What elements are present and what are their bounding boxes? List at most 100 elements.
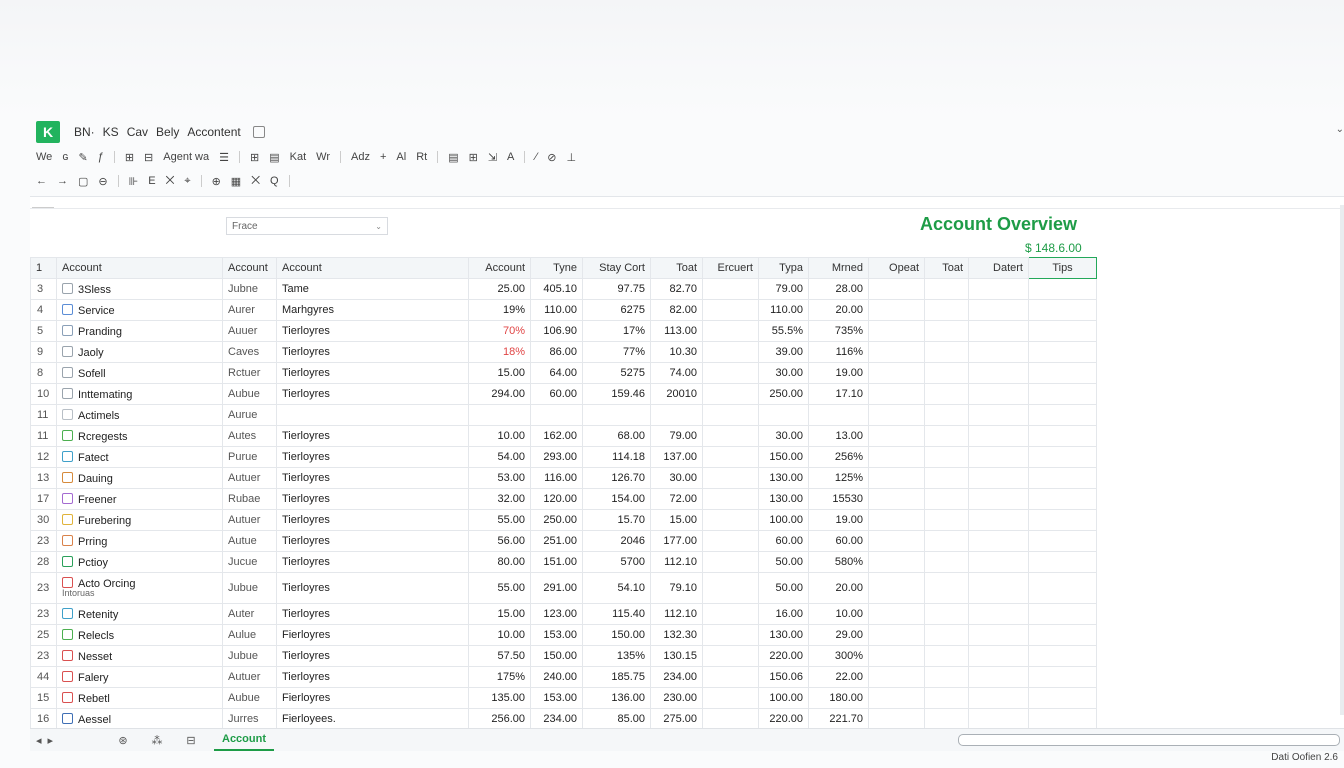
- category-cell[interactable]: Tierloyres: [276, 572, 469, 604]
- value-cell-g[interactable]: 82.00: [650, 299, 703, 321]
- empty-cell[interactable]: [968, 404, 1029, 426]
- account-name-cell[interactable]: Falery: [56, 666, 223, 688]
- value-cell-i[interactable]: 150.00: [758, 446, 809, 468]
- toolbar1-button-1[interactable]: ɢ: [62, 151, 68, 163]
- empty-cell[interactable]: [968, 341, 1029, 363]
- empty-cell[interactable]: [868, 320, 925, 342]
- row-number[interactable]: 11: [30, 425, 57, 447]
- value-cell-i[interactable]: 39.00: [758, 341, 809, 363]
- value-cell-h[interactable]: [702, 362, 759, 384]
- value-cell-g[interactable]: 130.15: [650, 645, 703, 667]
- empty-cell[interactable]: [1028, 320, 1097, 342]
- empty-cell[interactable]: [868, 603, 925, 625]
- value-cell-g[interactable]: 113.00: [650, 320, 703, 342]
- status-cell[interactable]: Aubue: [222, 687, 277, 709]
- value-cell-f[interactable]: 136.00: [582, 687, 651, 709]
- status-cell[interactable]: Jubue: [222, 572, 277, 604]
- toolbar2-button-6[interactable]: ⨉: [166, 175, 175, 188]
- value-cell-h[interactable]: [702, 341, 759, 363]
- status-cell[interactable]: Aurer: [222, 299, 277, 321]
- empty-cell[interactable]: [1028, 488, 1097, 510]
- value-cell-h[interactable]: [702, 530, 759, 552]
- account-name-cell[interactable]: Prring: [56, 530, 223, 552]
- toolbar1-button-0[interactable]: We: [36, 151, 52, 163]
- empty-cell[interactable]: [868, 383, 925, 405]
- toolbar1-button-16[interactable]: ▤: [448, 151, 458, 164]
- empty-cell[interactable]: [1028, 404, 1097, 426]
- toolbar1-button-18[interactable]: ⇲: [488, 151, 497, 164]
- account-name-cell[interactable]: Acto Orcing Intoruas: [56, 572, 223, 604]
- column-header-0[interactable]: Account: [56, 257, 223, 279]
- category-cell[interactable]: Fierloyres: [276, 687, 469, 709]
- value-cell-g[interactable]: 112.10: [650, 603, 703, 625]
- value-cell-f[interactable]: 85.00: [582, 708, 651, 730]
- account-name-cell[interactable]: Furebering: [56, 509, 223, 531]
- value-cell-f[interactable]: [582, 404, 651, 426]
- value-cell-i[interactable]: 110.00: [758, 299, 809, 321]
- empty-cell[interactable]: [868, 467, 925, 489]
- empty-cell[interactable]: [968, 624, 1029, 646]
- account-name-cell[interactable]: Nesset: [56, 645, 223, 667]
- toolbar1-button-5[interactable]: ⊟: [144, 151, 153, 164]
- value-cell-e[interactable]: 86.00: [530, 341, 583, 363]
- value-cell-i[interactable]: 79.00: [758, 278, 809, 300]
- value-cell-f[interactable]: 97.75: [582, 278, 651, 300]
- value-cell-j[interactable]: 19.00: [808, 509, 869, 531]
- value-cell-g[interactable]: 10.30: [650, 341, 703, 363]
- row-number[interactable]: 23: [30, 645, 57, 667]
- category-cell[interactable]: Tierloyres: [276, 383, 469, 405]
- empty-cell[interactable]: [1028, 603, 1097, 625]
- empty-cell[interactable]: [924, 425, 969, 447]
- value-cell-j[interactable]: 13.00: [808, 425, 869, 447]
- value-cell-f[interactable]: 115.40: [582, 603, 651, 625]
- column-header-8[interactable]: Typa: [758, 257, 809, 279]
- empty-cell[interactable]: [868, 488, 925, 510]
- category-cell[interactable]: [276, 404, 469, 426]
- value-cell-i[interactable]: 130.00: [758, 624, 809, 646]
- value-cell-e[interactable]: 162.00: [530, 425, 583, 447]
- value-cell-e[interactable]: 240.00: [530, 666, 583, 688]
- empty-cell[interactable]: [924, 551, 969, 573]
- empty-cell[interactable]: [924, 362, 969, 384]
- value-cell-f[interactable]: 2046: [582, 530, 651, 552]
- empty-cell[interactable]: [1028, 299, 1097, 321]
- row-number[interactable]: 25: [30, 624, 57, 646]
- value-cell-e[interactable]: 60.00: [530, 383, 583, 405]
- category-cell[interactable]: Fierloyees.: [276, 708, 469, 730]
- empty-cell[interactable]: [924, 320, 969, 342]
- column-header-11[interactable]: Toat: [924, 257, 969, 279]
- value-cell-i[interactable]: 16.00: [758, 603, 809, 625]
- value-cell-j[interactable]: 19.00: [808, 362, 869, 384]
- account-name-cell[interactable]: Pranding: [56, 320, 223, 342]
- value-cell-j[interactable]: 60.00: [808, 530, 869, 552]
- empty-cell[interactable]: [868, 404, 925, 426]
- value-cell-h[interactable]: [702, 645, 759, 667]
- category-cell[interactable]: Tierloyres: [276, 645, 469, 667]
- value-cell-e[interactable]: 110.00: [530, 299, 583, 321]
- value-cell-f[interactable]: 17%: [582, 320, 651, 342]
- value-cell-d[interactable]: 53.00: [468, 467, 531, 489]
- value-cell-f[interactable]: 54.10: [582, 572, 651, 604]
- category-cell[interactable]: Tierloyres: [276, 425, 469, 447]
- value-cell-e[interactable]: 116.00: [530, 467, 583, 489]
- vertical-scrollbar[interactable]: [1340, 205, 1344, 715]
- value-cell-g[interactable]: 137.00: [650, 446, 703, 468]
- empty-cell[interactable]: [868, 509, 925, 531]
- value-cell-j[interactable]: 580%: [808, 551, 869, 573]
- value-cell-d[interactable]: 18%: [468, 341, 531, 363]
- row-number[interactable]: 9: [30, 341, 57, 363]
- value-cell-d[interactable]: 32.00: [468, 488, 531, 510]
- value-cell-j[interactable]: 116%: [808, 341, 869, 363]
- empty-cell[interactable]: [968, 446, 1029, 468]
- empty-cell[interactable]: [1028, 278, 1097, 300]
- account-name-cell[interactable]: Service: [56, 299, 223, 321]
- value-cell-g[interactable]: 30.00: [650, 467, 703, 489]
- value-cell-j[interactable]: 10.00: [808, 603, 869, 625]
- empty-cell[interactable]: [924, 624, 969, 646]
- empty-cell[interactable]: [924, 708, 969, 730]
- select-all-corner[interactable]: [32, 199, 54, 208]
- value-cell-e[interactable]: 64.00: [530, 362, 583, 384]
- toolbar1-button-2[interactable]: ✎: [78, 151, 87, 164]
- value-cell-d[interactable]: 10.00: [468, 425, 531, 447]
- toolbar1-button-3[interactable]: ƒ: [98, 151, 104, 163]
